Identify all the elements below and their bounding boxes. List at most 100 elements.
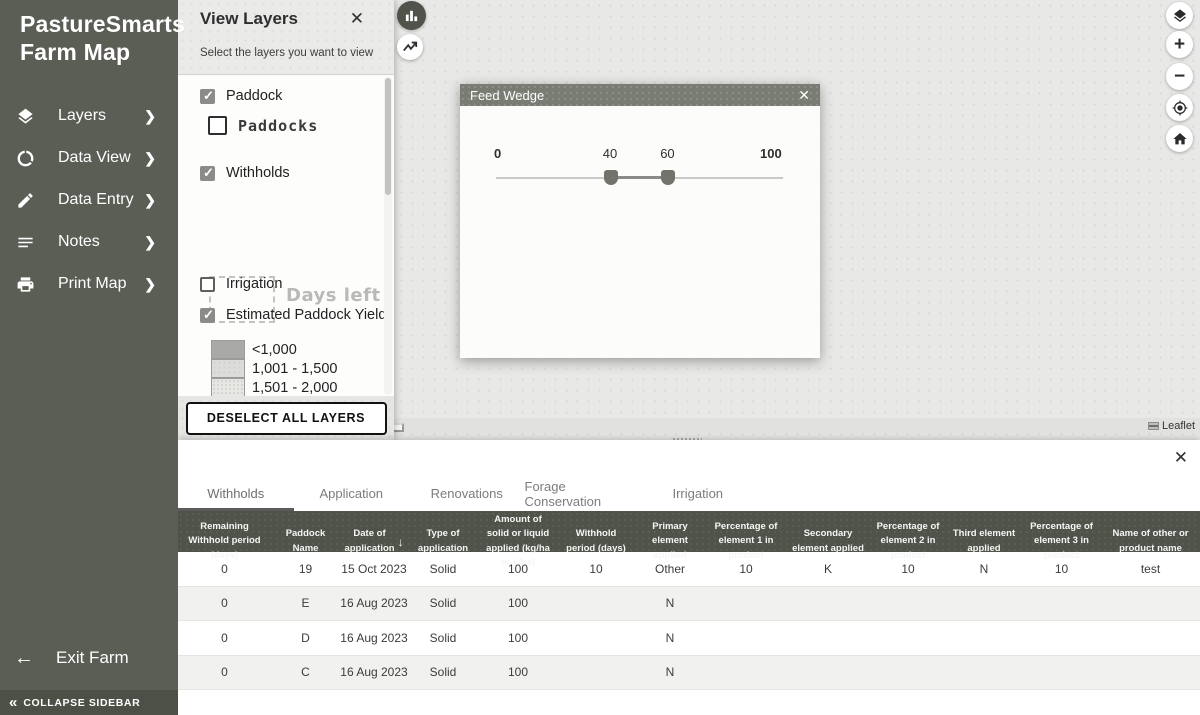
- table-cell: [870, 656, 946, 690]
- tab-irrigation[interactable]: Irrigation: [640, 476, 756, 511]
- sidebar-item-label: Layers: [58, 107, 106, 125]
- bar-chart-button[interactable]: [397, 1, 426, 30]
- table-cell: Solid: [408, 656, 478, 690]
- scrollbar-thumb[interactable]: [385, 78, 391, 195]
- withholds-legend-label: Days left: [286, 285, 381, 306]
- table-body: 01915 Oct 2023Solid10010Other10K10N10tes…: [178, 552, 1200, 690]
- table-cell: [786, 587, 870, 621]
- table-cell: 0: [178, 656, 271, 690]
- sort-descending-icon[interactable]: ↓: [398, 533, 404, 551]
- table-cell: [706, 587, 786, 621]
- yield-swatch-icon: [211, 378, 245, 396]
- zoom-in-button[interactable]: +: [1166, 31, 1193, 58]
- sidebar-item-data-view[interactable]: Data View❯: [0, 137, 178, 179]
- tab-application[interactable]: Application: [294, 476, 410, 511]
- table-cell: [1101, 621, 1200, 655]
- chevron-right-icon: ❯: [144, 150, 156, 167]
- slider-handle-1[interactable]: [604, 170, 618, 185]
- attribution-label[interactable]: Leaflet: [1162, 420, 1195, 432]
- tab-forage-conservation[interactable]: Forage Conservation: [525, 476, 641, 511]
- table-cell: [558, 621, 634, 655]
- deselect-all-layers-button[interactable]: DESELECT ALL LAYERS: [186, 402, 387, 435]
- slider-min-label: 0: [494, 146, 501, 161]
- sidebar-item-label: Data Entry: [58, 191, 134, 209]
- checkbox-icon[interactable]: [208, 116, 227, 135]
- layer-label: Estimated Paddock Yield: [226, 307, 386, 323]
- plus-icon: +: [1174, 35, 1185, 54]
- checkbox-icon[interactable]: [200, 308, 215, 323]
- table-cell: [786, 656, 870, 690]
- table-cell: test: [1101, 552, 1200, 586]
- table-cell: [558, 656, 634, 690]
- locate-button[interactable]: [1166, 94, 1193, 121]
- view-layers-title: View Layers: [200, 9, 298, 29]
- close-icon[interactable]: ✕: [798, 87, 810, 104]
- feed-wedge-header[interactable]: Feed Wedge ✕: [460, 84, 820, 106]
- view-layers-header: View Layers ✕ Select the layers you want…: [178, 0, 394, 75]
- table-cell: [946, 621, 1022, 655]
- sidebar-item-label: Notes: [58, 233, 100, 251]
- table-cell: 0: [178, 552, 271, 586]
- yield-legend-label: <1,000: [252, 342, 297, 358]
- slider-max-label: 100: [760, 146, 782, 161]
- table-cell: 100: [478, 656, 558, 690]
- table-row[interactable]: 0E16 Aug 2023Solid100N: [178, 587, 1200, 622]
- layer-checkbox-withholds[interactable]: Withholds: [200, 165, 290, 181]
- data-view-icon: [14, 147, 36, 169]
- home-icon: [1172, 131, 1188, 147]
- table-cell: 10: [1022, 552, 1101, 586]
- checkbox-icon[interactable]: [200, 166, 215, 181]
- table-cell: 19: [271, 552, 340, 586]
- layer-label: Paddock: [226, 88, 282, 104]
- zoom-out-button[interactable]: −: [1166, 63, 1193, 90]
- panel-scrollbar[interactable]: [384, 77, 392, 395]
- sidebar-nav: Layers❯Data View❯Data Entry❯Notes❯Print …: [0, 95, 178, 305]
- layer-label: Irrigation: [226, 276, 282, 292]
- sidebar-item-print-map[interactable]: Print Map❯: [0, 263, 178, 305]
- checkbox-icon[interactable]: [200, 89, 215, 104]
- table-cell: [706, 656, 786, 690]
- layers-icon: [14, 105, 36, 127]
- table-cell: N: [634, 621, 706, 655]
- trend-chart-button[interactable]: [397, 34, 423, 60]
- table-row[interactable]: 0D16 Aug 2023Solid100N: [178, 621, 1200, 656]
- sidebar-item-data-entry[interactable]: Data Entry❯: [0, 179, 178, 221]
- app-title-line2: Farm Map: [20, 38, 185, 66]
- table-cell: Solid: [408, 587, 478, 621]
- table-cell: [946, 656, 1022, 690]
- sidebar-item-layers[interactable]: Layers❯: [0, 95, 178, 137]
- table-cell: 16 Aug 2023: [340, 621, 408, 655]
- table-cell: 15 Oct 2023: [340, 552, 408, 586]
- tab-renovations[interactable]: Renovations: [409, 476, 525, 511]
- withholds-table: Remaining Withhold period (days)Paddock …: [178, 511, 1200, 690]
- table-cell: N: [946, 552, 1022, 586]
- locate-icon: [1172, 100, 1188, 116]
- tab-withholds[interactable]: Withholds: [178, 476, 294, 511]
- collapse-sidebar-button[interactable]: « COLLAPSE SIDEBAR: [0, 690, 178, 715]
- table-cell: C: [271, 656, 340, 690]
- home-button[interactable]: [1166, 125, 1193, 152]
- checkbox-icon[interactable]: [200, 277, 215, 292]
- layer-checkbox-paddocks[interactable]: Paddocks: [208, 116, 318, 135]
- notes-icon: [14, 231, 36, 253]
- close-icon[interactable]: ✕: [350, 9, 364, 29]
- table-row[interactable]: 0C16 Aug 2023Solid100N: [178, 656, 1200, 691]
- slider-handle-2[interactable]: [661, 170, 675, 185]
- layer-checkbox-irrigation[interactable]: Irrigation: [200, 276, 282, 292]
- table-cell: Other: [634, 552, 706, 586]
- data-panel-tabs: WithholdsApplicationRenovationsForage Co…: [178, 476, 756, 511]
- table-row[interactable]: 01915 Oct 2023Solid10010Other10K10N10tes…: [178, 552, 1200, 587]
- layer-checkbox-estimated-paddock-yield[interactable]: Estimated Paddock Yield: [200, 307, 386, 323]
- table-cell: 16 Aug 2023: [340, 656, 408, 690]
- feed-wedge-modal: Feed Wedge ✕ 0 40 60 100: [460, 84, 820, 358]
- table-cell: N: [634, 587, 706, 621]
- minus-icon: −: [1174, 67, 1185, 86]
- yield-swatch-icon: [211, 359, 245, 378]
- multiline-chart-icon: [402, 39, 418, 55]
- table-cell: [706, 621, 786, 655]
- close-icon[interactable]: ✕: [1174, 448, 1188, 468]
- layer-checkbox-paddock[interactable]: Paddock: [200, 88, 282, 104]
- map-layers-button[interactable]: [1166, 2, 1193, 29]
- exit-farm-button[interactable]: ← Exit Farm: [0, 638, 178, 678]
- sidebar-item-notes[interactable]: Notes❯: [0, 221, 178, 263]
